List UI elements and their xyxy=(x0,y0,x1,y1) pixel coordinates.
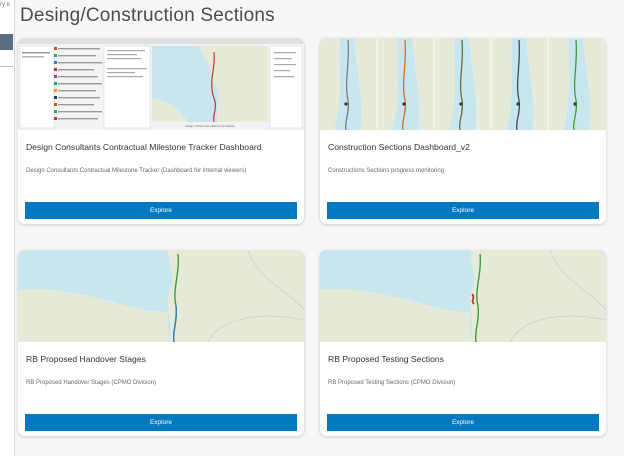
window-fragment-divider xyxy=(0,66,13,67)
card-title: Design Consultants Contractual Milestone… xyxy=(26,142,262,152)
background-window-edge: ry e xyxy=(0,0,15,456)
page-title: Desing/Construction Sections xyxy=(20,5,275,26)
card-title: Construction Sections Dashboard_v2 xyxy=(328,142,470,152)
card-description: RB Proposed Testing Sections (CPMO Divis… xyxy=(328,380,456,386)
explore-button[interactable]: Explore xyxy=(327,414,599,431)
card-description: RB Proposed Handover Stages (CPMO Divisi… xyxy=(26,380,157,386)
window-fragment-text: ry e xyxy=(0,2,11,8)
card-title: RB Proposed Testing Sections xyxy=(328,354,444,364)
app-card-rb-testing-sections[interactable]: RB Proposed Testing Sections RB Proposed… xyxy=(320,250,606,436)
map-thumbnail xyxy=(320,38,606,130)
app-card-design-milestone-tracker[interactable]: Design / Priority Submittals by Consulta… xyxy=(18,38,304,224)
card-description: Constructions Sections progress monitori… xyxy=(328,168,445,174)
map-thumbnail xyxy=(320,250,606,342)
explore-button[interactable]: Explore xyxy=(25,414,297,431)
app-card-rb-handover-stages[interactable]: RB Proposed Handover Stages RB Proposed … xyxy=(18,250,304,436)
card-description: Design Consultants Contractual Milestone… xyxy=(26,168,247,174)
app-card-construction-sections-dashboard[interactable]: Construction Sections Dashboard_v2 Const… xyxy=(320,38,606,224)
explore-button[interactable]: Explore xyxy=(327,202,599,219)
map-thumbnail xyxy=(18,250,304,342)
thumbnail-caption: Design / Priority Submittals by Consulta… xyxy=(185,124,235,128)
window-fragment-tab xyxy=(0,34,13,50)
dashboard-thumbnail: Design / Priority Submittals by Consulta… xyxy=(18,38,304,130)
explore-button[interactable]: Explore xyxy=(25,202,297,219)
card-title: RB Proposed Handover Stages xyxy=(26,354,146,364)
